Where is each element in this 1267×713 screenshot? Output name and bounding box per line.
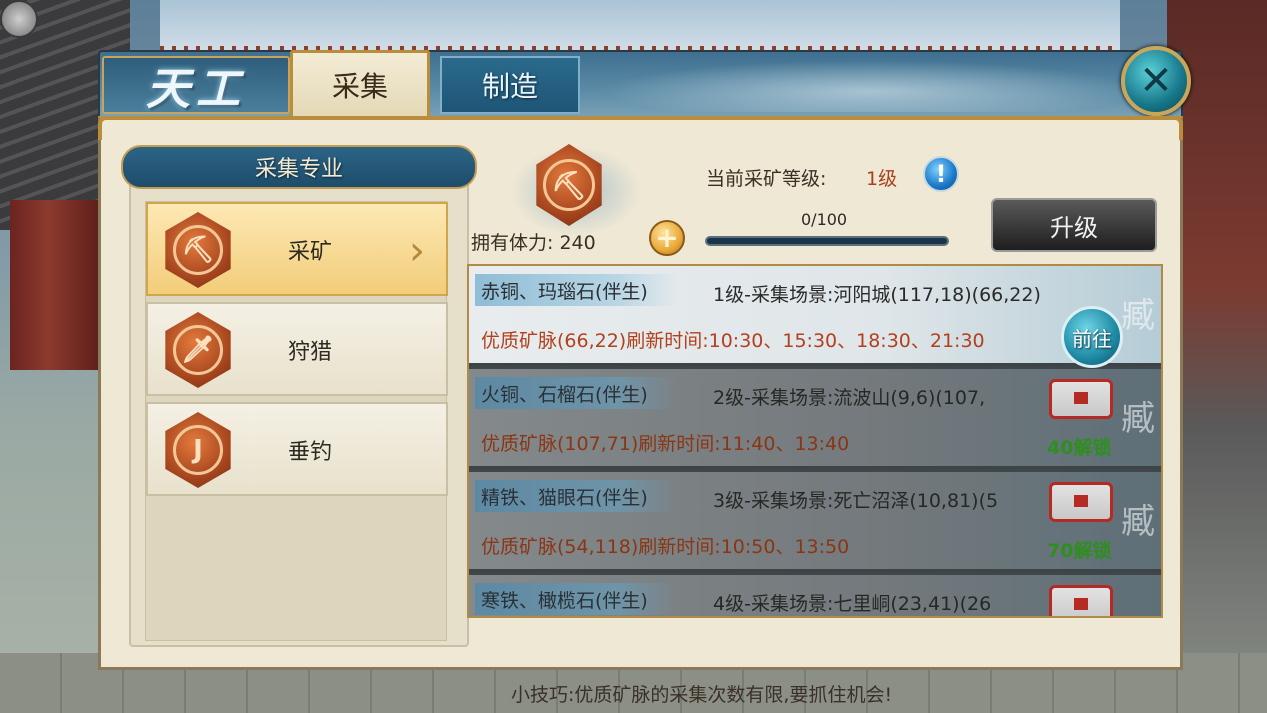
close-button[interactable]: ✕ [1121,46,1191,116]
lock-icon [1049,379,1113,419]
category-item-fishing[interactable]: J 垂钓 [146,402,448,496]
decorative-glyph: 臧 [1121,296,1155,336]
resource-scene: 2级-采集场景:流波山(9,6)(107, [713,387,986,409]
info-button[interactable]: ! [923,156,959,192]
window-title-plate: 天工 [102,56,290,115]
stamina-value: 240 [559,232,596,254]
resource-name: 寒铁、橄榄石(伴生) [475,583,678,615]
tab-gather[interactable]: 采集 [290,50,430,116]
tab-craft[interactable]: 制造 [440,56,580,114]
lock-icon [1049,482,1113,522]
info-icon: ! [935,160,947,188]
chevron-right-icon: › [409,228,425,274]
category-label: 狩猎 [288,340,333,365]
progress-text: 0/100 [801,210,848,229]
progress-bar [705,236,949,246]
upgrade-button[interactable]: 升级 [991,198,1157,252]
category-panel: 采集专业 ⛏ 采矿 › 🗡 狩猎 J 垂钓 [121,145,477,647]
unlock-level: 40解锁 [1047,437,1112,459]
resource-scene: 3级-采集场景:死亡沼泽(10,81)(5 [713,490,999,512]
unlock-level: 70解锁 [1047,540,1112,562]
stamina-display: 拥有体力: 240 [471,228,596,255]
fishing-hook-icon: J [165,412,231,488]
resource-row[interactable]: 寒铁、橄榄石(伴生) 4级-采集场景:七里峒(23,41)(26 [469,575,1161,616]
tiangong-window: 天工 采集 制造 ✕ 采集专业 ⛏ 采矿 › 🗡 狩猎 J 垂钓 ⛏ 拥有体力:… [98,46,1191,706]
resource-row[interactable]: 火铜、石榴石(伴生) 2级-采集场景:流波山(9,6)(107, 优质矿脉(10… [469,369,1161,469]
corner-ornament [1093,116,1183,140]
resource-quality: 优质矿脉(54,118)刷新时间:10:50、13:50 [481,536,850,558]
resource-row[interactable]: 赤铜、玛瑙石(伴生) 1级-采集场景:河阳城(117,18)(66,22) 优质… [469,266,1161,368]
resource-scene: 4级-采集场景:七里峒(23,41)(26 [713,593,992,615]
category-label: 采矿 [288,240,333,265]
pickaxe-icon: ⛏ [165,212,231,288]
background-pillar [10,200,105,370]
window-title: 天工 [146,64,246,115]
tip-text: 小技巧:优质矿脉的采集次数有限,要抓住机会! [511,684,893,706]
category-item-mining[interactable]: ⛏ 采矿 › [146,202,448,296]
resource-quality: 优质矿脉(66,22)刷新时间:10:30、15:30、18:30、21:30 [481,330,985,352]
corner-ornament [98,116,188,140]
resource-name: 赤铜、玛瑙石(伴生) [475,274,678,306]
category-list: ⛏ 采矿 › 🗡 狩猎 J 垂钓 [145,201,448,641]
decorative-glyph: 臧 [1121,399,1155,439]
go-button[interactable]: 前往 [1061,306,1123,368]
resource-quality: 优质矿脉(107,71)刷新时间:11:40、13:40 [481,433,850,455]
decorative-glyph: 臧 [1121,502,1155,542]
add-stamina-button[interactable]: + [649,220,685,256]
category-header-label: 采集专业 [254,157,343,182]
level-label: 当前采矿等级: [706,168,827,190]
plus-icon: + [655,221,679,254]
category-label: 垂钓 [288,440,333,465]
level-value: 1级 [866,168,898,190]
resource-name: 精铁、猫眼石(伴生) [475,480,678,512]
content-panel: 采集专业 ⛏ 采矿 › 🗡 狩猎 J 垂钓 ⛏ 拥有体力: 240 + 当前采矿… [98,116,1183,706]
category-item-hunting[interactable]: 🗡 狩猎 [146,302,448,396]
close-icon: ✕ [1139,58,1173,104]
resource-row[interactable]: 精铁、猫眼石(伴生) 3级-采集场景:死亡沼泽(10,81)(5 优质矿脉(54… [469,472,1161,572]
resource-name: 火铜、石榴石(伴生) [475,377,678,409]
category-header: 采集专业 [121,145,477,189]
stamina-label: 拥有体力: [471,232,554,254]
hunting-knife-icon: 🗡 [165,312,231,388]
lock-icon [1049,585,1113,616]
resource-list[interactable]: 赤铜、玛瑙石(伴生) 1级-采集场景:河阳城(117,18)(66,22) 优质… [467,264,1163,618]
resource-scene: 1级-采集场景:河阳城(117,18)(66,22) [713,284,1041,306]
corner-menu-button[interactable] [0,0,38,38]
